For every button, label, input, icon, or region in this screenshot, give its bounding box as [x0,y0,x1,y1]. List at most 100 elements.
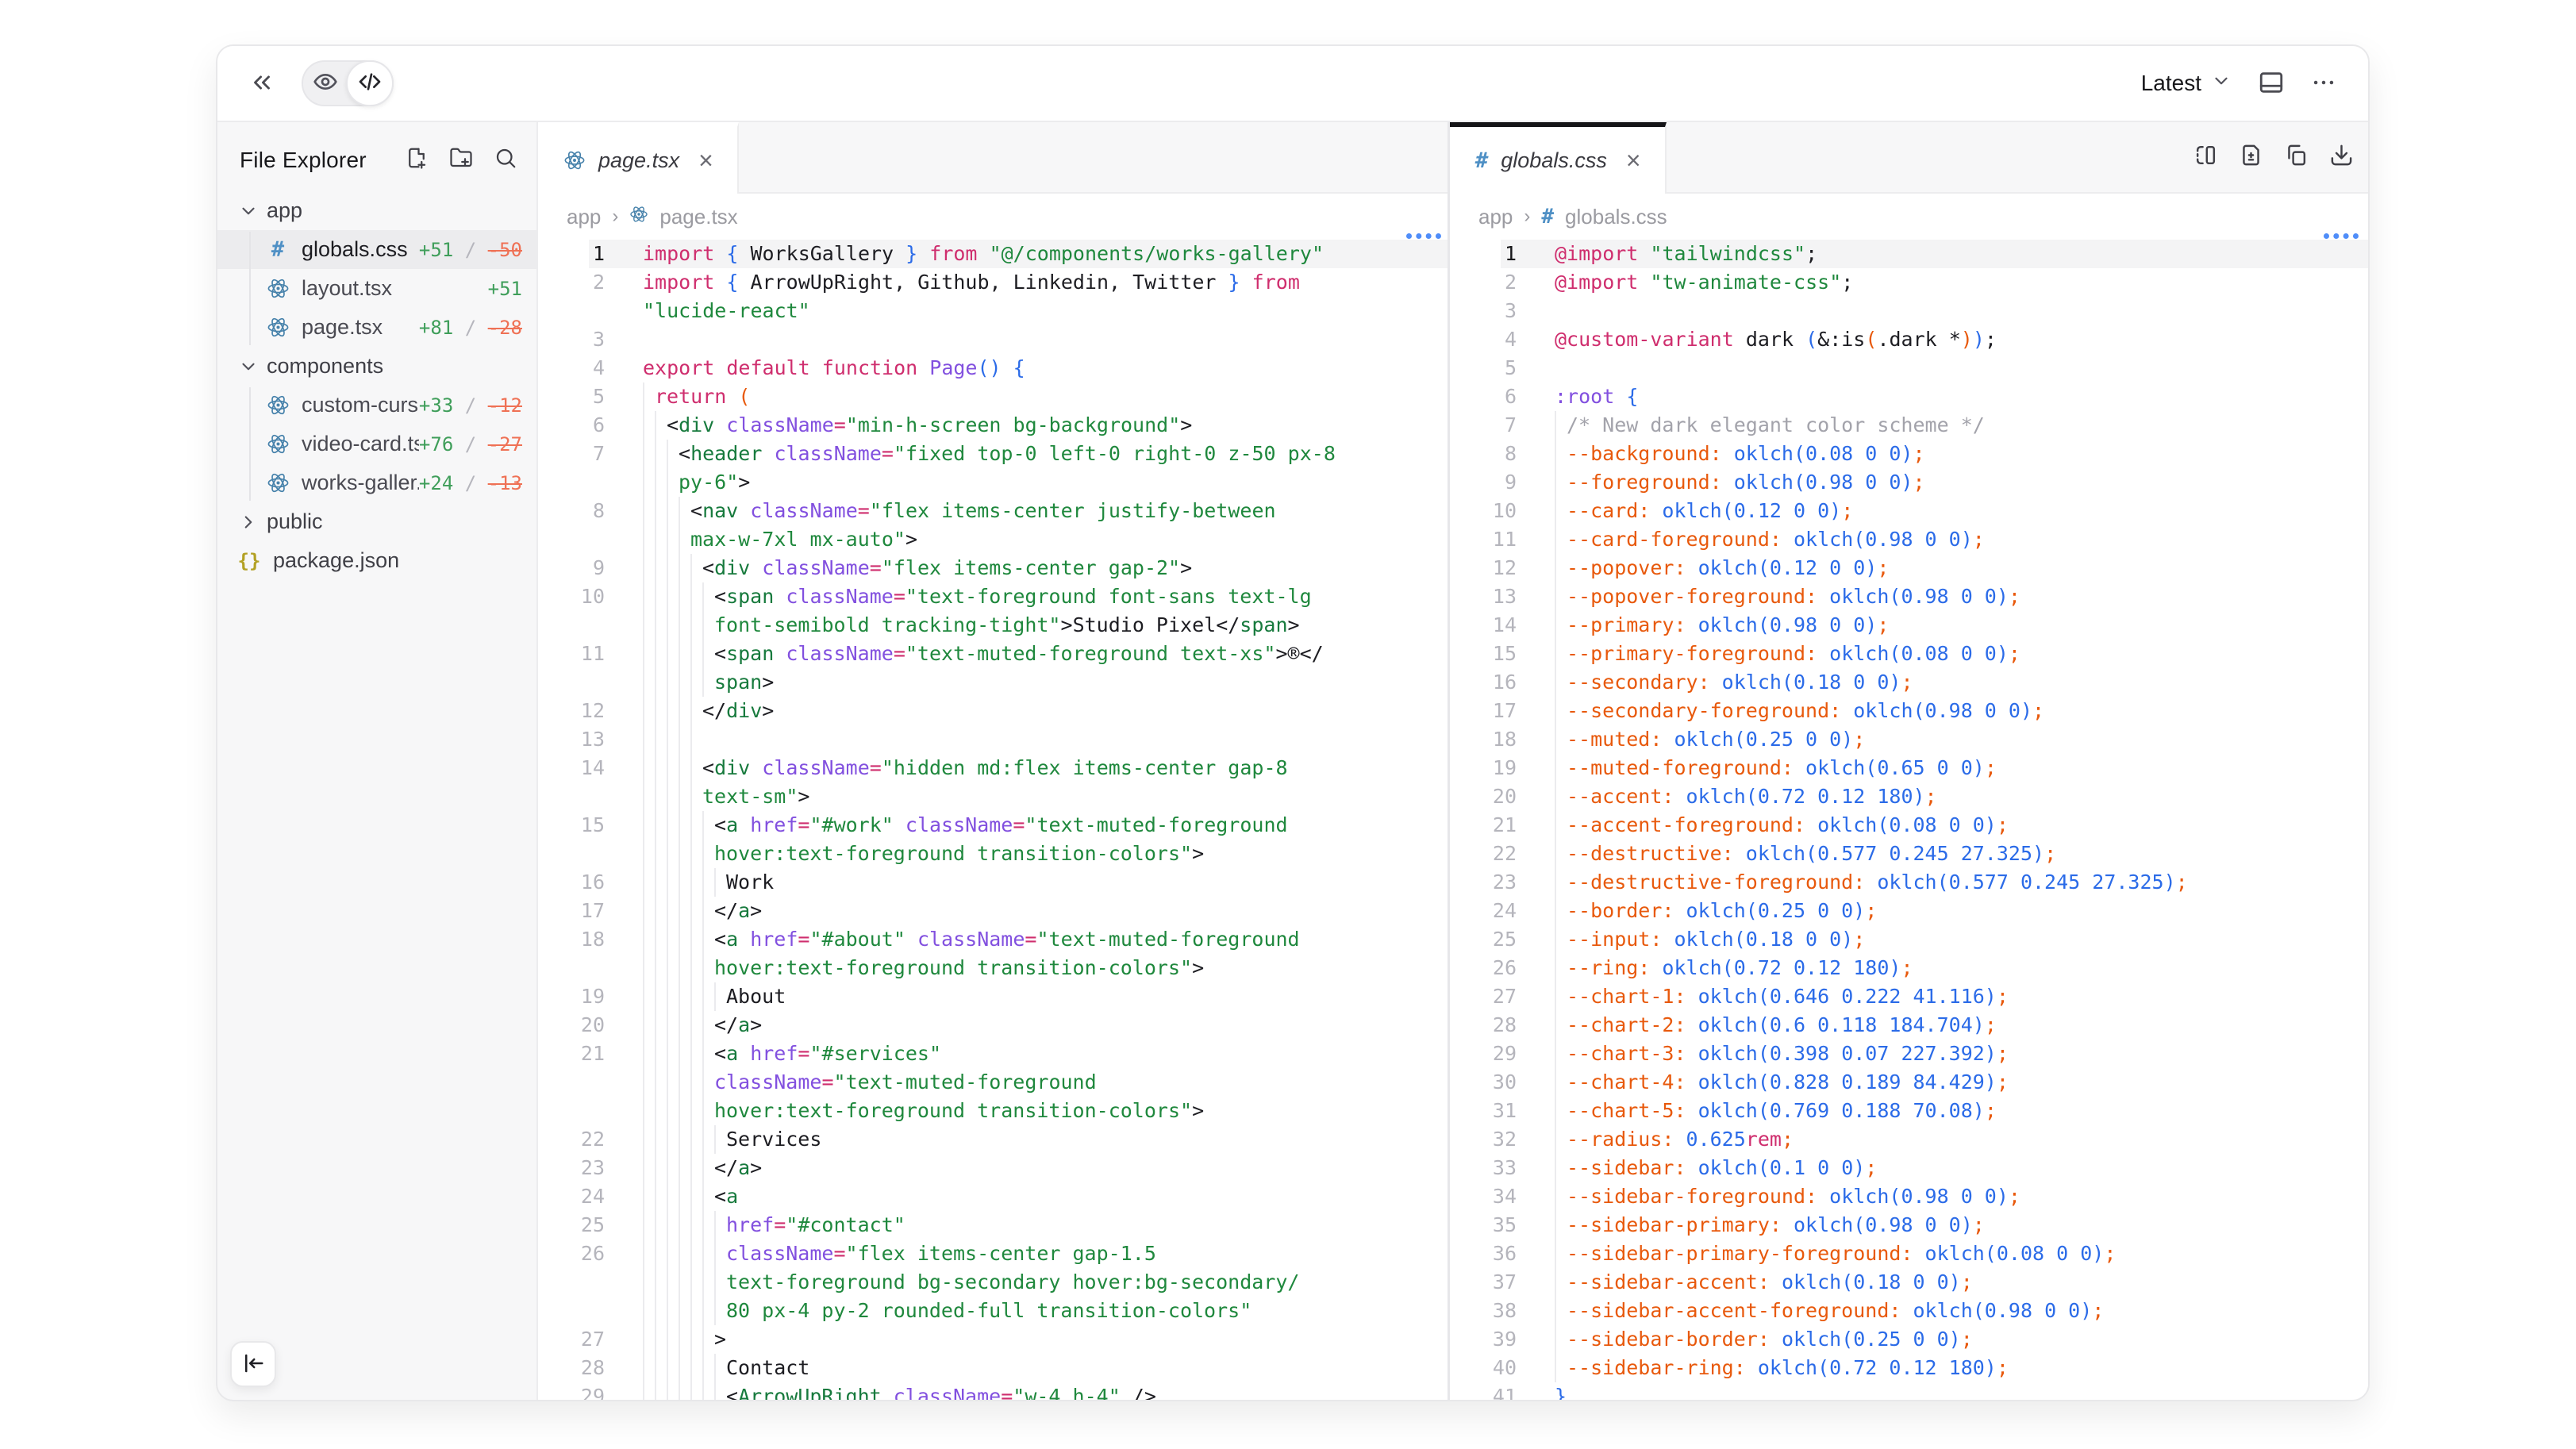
indent-guide [667,497,679,525]
indent-guide [667,811,679,840]
code-line: 4export default function Page() { [538,354,1448,382]
indent-guide [679,1354,690,1382]
tree-item-label: custom-curs... [302,393,419,417]
collapse-sidebar-button[interactable] [230,1341,276,1387]
indent-guide [702,668,714,697]
indent-guide [655,1125,667,1154]
line-number: 13 [538,725,605,754]
indent-guide [655,1068,667,1097]
tree-item-globals-css[interactable]: #globals.css+51 / -50 [217,230,536,269]
app-window: Latest File Explorer [216,44,2370,1401]
code-line: 25href="#contact" [538,1211,1448,1240]
line-number: 15 [538,811,605,840]
indent-guide [679,868,690,897]
line-number: 20 [538,1011,605,1040]
code-line: 29--chart-3: oklch(0.398 0.07 227.392); [1450,1040,2368,1068]
tree-item-public[interactable]: public [217,502,536,541]
panel-right-dashed-button[interactable] [2193,143,2218,171]
indent-guide [667,840,679,868]
tab-page-tsx[interactable]: page.tsx × [538,122,739,194]
line-number: 29 [1450,1040,1517,1068]
line-number: 28 [538,1354,605,1382]
tree-item-custom-curs-[interactable]: custom-curs...+33 / -12 [217,386,536,425]
file-diff-button[interactable] [2239,143,2263,171]
indent-guide [690,954,702,982]
indent-guide [702,840,714,868]
line-number [538,1297,605,1325]
line-number: 31 [1450,1097,1517,1125]
code-line: 28Contact [538,1354,1448,1382]
tree-item-video-card-tsx[interactable]: video-card.tsx+76 / -27 [217,425,536,463]
indent-guide [655,1097,667,1125]
indent-guide [1555,640,1567,668]
editor-pane-page-tsx: page.tsx × app › page.tsx 1import { Work… [538,122,1448,1400]
tree-item-components[interactable]: components [217,347,536,386]
code-line: 25--input: oklch(0.18 0 0); [1450,925,2368,954]
indent-guide [655,697,667,725]
preview-toggle-button[interactable] [303,62,348,105]
indent-guide [655,1382,667,1400]
line-number: 33 [1450,1154,1517,1182]
close-icon[interactable]: × [1626,148,1641,173]
line-number: 20 [1450,782,1517,811]
breadcrumb: app › # globals.css [1450,194,2368,240]
indent-guide [667,525,679,554]
scrollbar-diff-marker [2324,233,2359,239]
version-selector[interactable]: Latest [2133,71,2240,97]
indent-guide [1555,1182,1567,1211]
line-number: 1 [538,240,605,268]
tree-item-page-tsx[interactable]: page.tsx+81 / -28 [217,308,536,347]
indent-guide [643,754,655,782]
code-line: className="text-muted-foreground [538,1068,1448,1097]
indent-guide [702,954,714,982]
indent-guide [655,411,667,440]
collapse-panel-button[interactable] [241,63,283,104]
indent-guide [702,1011,714,1040]
code-editor-page-tsx[interactable]: 1import { WorksGallery } from "@/compone… [538,240,1448,1400]
close-icon[interactable]: × [698,148,713,173]
line-number: 23 [1450,868,1517,897]
new-folder-button[interactable] [449,146,473,174]
code-editor-globals-css[interactable]: 1@import "tailwindcss";2@import "tw-anim… [1450,240,2368,1400]
indent-guide [679,754,690,782]
tree-item-app[interactable]: app [217,191,536,230]
indent-guide [667,468,679,497]
indent-guide [679,811,690,840]
indent-guide [1555,925,1567,954]
tree-item-works-galler-[interactable]: works-galler...+24 / -13 [217,463,536,502]
indent-guide [655,1354,667,1382]
indent-guide [655,754,667,782]
line-number: 29 [538,1382,605,1400]
line-number: 1 [1450,240,1517,268]
indent-guide [643,1240,655,1268]
indent-guide [643,411,655,440]
download-button[interactable] [2329,143,2354,171]
search-files-button[interactable] [494,146,517,174]
indent-guide [690,925,702,954]
copy-button[interactable] [2284,143,2309,171]
tree-item-layout-tsx[interactable]: layout.tsx+51 [217,269,536,308]
indent-guide [667,868,679,897]
indent-guide [679,525,690,554]
code-line: 27> [538,1325,1448,1354]
code-line: 37--sidebar-accent: oklch(0.18 0 0); [1450,1268,2368,1297]
tree-item-package-json[interactable]: {}package.json [217,541,536,580]
code-line: 18--muted: oklch(0.25 0 0); [1450,725,2368,754]
new-file-button[interactable] [405,146,429,174]
indent-guide [667,1125,679,1154]
indent-guide [679,982,690,1011]
code-toggle-button[interactable] [346,60,394,106]
line-number [538,668,605,697]
line-number [538,468,605,497]
more-options-button[interactable] [2303,63,2344,104]
code-line: 41} [1450,1382,2368,1400]
indent-guide [655,525,667,554]
code-line: 24--border: oklch(0.25 0 0); [1450,897,2368,925]
panel-bottom-button[interactable] [2251,63,2292,104]
line-number: 5 [1450,354,1517,382]
indent-guide [655,1040,667,1068]
indent-guide [667,1011,679,1040]
editor-pane-globals-css: # globals.css × app › # globals.css 1@im… [1450,122,2368,1400]
tab-globals-css[interactable]: # globals.css × [1450,122,1667,194]
indent-guide [1555,754,1567,782]
